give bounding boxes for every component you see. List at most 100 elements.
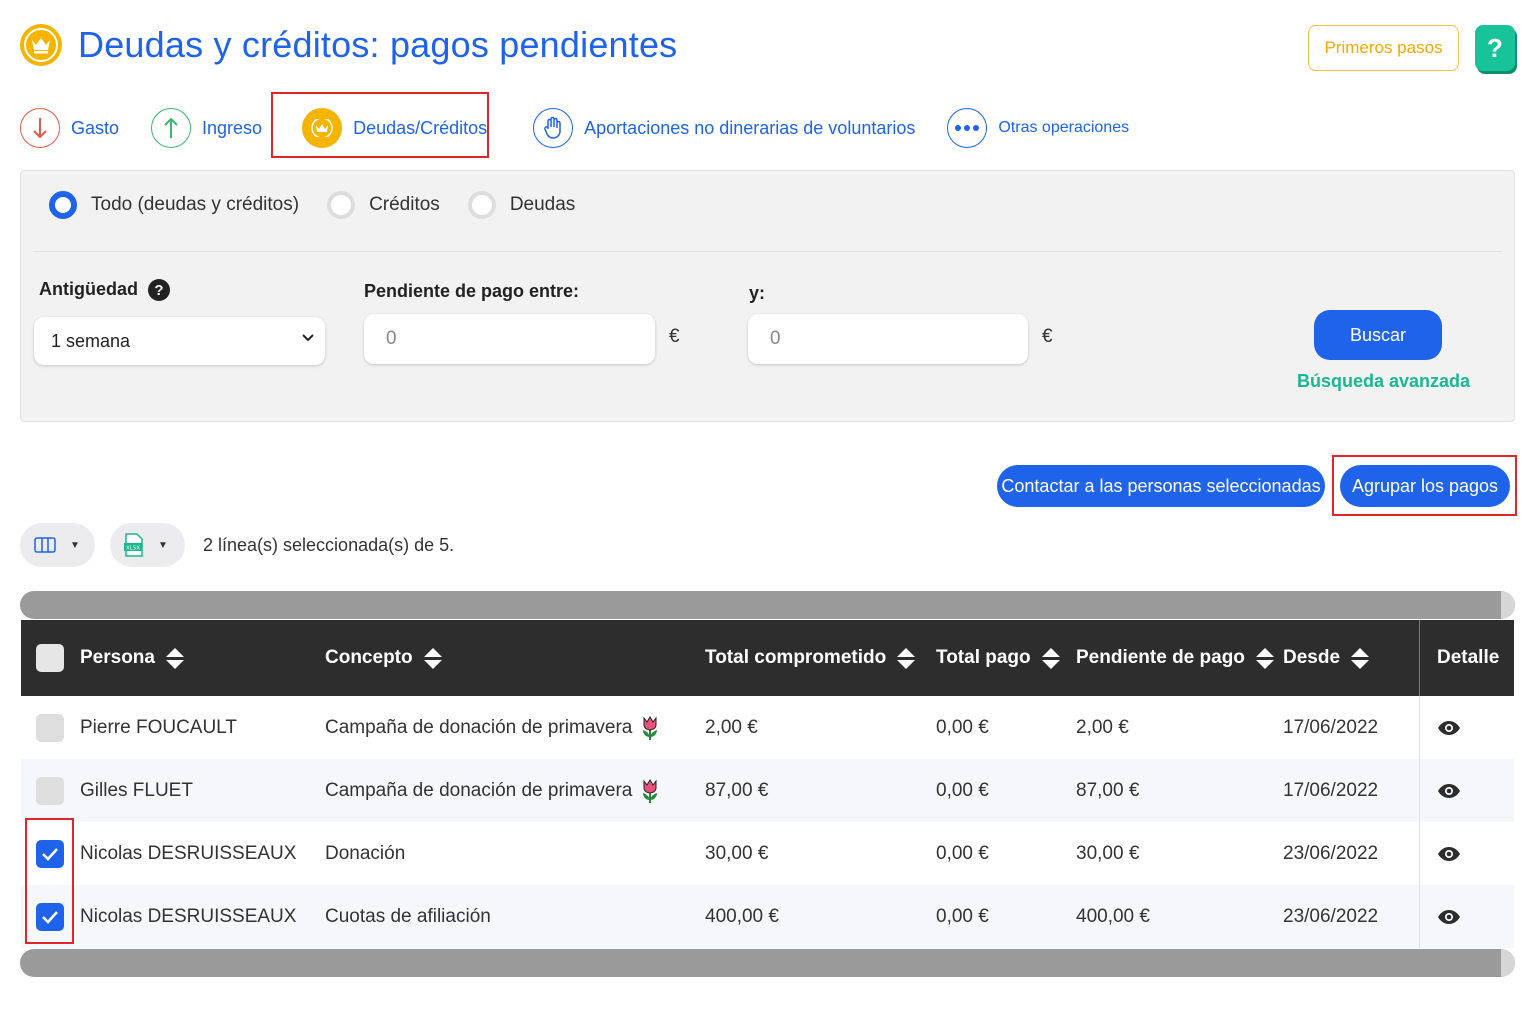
cell-concepto: Campaña de donación de primavera xyxy=(325,696,660,759)
cell-concepto: Donación xyxy=(325,842,406,864)
sort-icon xyxy=(423,647,442,669)
table-row: Nicolas DESRUISSEAUX Cuotas de afiliació… xyxy=(21,885,1514,948)
tab-aportaciones[interactable]: Aportaciones no dinerarias de voluntario… xyxy=(533,100,915,156)
sort-icon xyxy=(897,647,916,669)
and-label: y: xyxy=(749,283,766,303)
divider xyxy=(33,251,1502,252)
concepto-text: Campaña de donación de primavera xyxy=(325,779,633,801)
sort-icon xyxy=(1255,647,1274,669)
tab-ingreso[interactable]: Ingreso xyxy=(151,100,262,156)
currency-symbol: € xyxy=(1042,326,1053,347)
column-header-desde[interactable]: Desde xyxy=(1283,620,1370,696)
cell-pagado: 0,00 € xyxy=(936,779,989,801)
tab-otras-operaciones[interactable]: Otras operaciones xyxy=(947,100,1129,156)
column-header-total[interactable]: Total comprometido xyxy=(705,620,916,696)
sort-icon xyxy=(165,647,184,669)
radio-creditos[interactable]: Créditos xyxy=(327,191,440,219)
view-detail-eye-icon[interactable] xyxy=(1437,885,1461,948)
search-button[interactable]: Buscar xyxy=(1314,310,1442,360)
hand-icon xyxy=(533,108,574,148)
view-detail-eye-icon[interactable] xyxy=(1437,759,1461,822)
column-header-concepto[interactable]: Concepto xyxy=(325,620,442,696)
operation-tabs: Gasto Ingreso Deudas/Créditos Aportacion… xyxy=(20,100,1161,156)
age-select-value: 1 semana xyxy=(51,330,131,351)
radio-deudas[interactable]: Deudas xyxy=(467,191,576,219)
cell-total: 400,00 € xyxy=(705,905,779,927)
radio-label: Créditos xyxy=(369,194,440,215)
header-label: Concepto xyxy=(325,647,413,668)
horizontal-scrollbar-top[interactable] xyxy=(20,591,1515,619)
tab-label: Gasto xyxy=(71,117,120,138)
pending-label: Pendiente de pago entre: xyxy=(364,281,580,301)
help-button[interactable]: ? xyxy=(1475,25,1515,71)
table-row: Nicolas DESRUISSEAUX Donación 30,00 € 0,… xyxy=(21,822,1514,885)
radio-label: Todo (deudas y créditos) xyxy=(91,194,300,215)
table-header: Persona Concepto Total comprometido Tota… xyxy=(21,620,1514,696)
column-header-pendiente[interactable]: Pendiente de pago xyxy=(1076,620,1274,696)
column-header-persona[interactable]: Persona xyxy=(80,620,184,696)
arrow-down-icon xyxy=(20,108,60,148)
more-dots-icon xyxy=(947,108,988,148)
radio-todo[interactable]: Todo (deudas y créditos) xyxy=(49,191,299,219)
cell-desde: 17/06/2022 xyxy=(1283,716,1379,738)
columns-icon xyxy=(34,537,56,553)
row-checkbox[interactable] xyxy=(36,696,64,759)
cell-pendiente: 400,00 € xyxy=(1076,905,1150,927)
first-steps-button[interactable]: Primeros pasos xyxy=(1308,25,1459,71)
row-checkbox[interactable] xyxy=(36,759,64,822)
tulip-icon xyxy=(643,778,658,803)
cell-total: 87,00 € xyxy=(705,779,769,801)
cell-desde: 23/06/2022 xyxy=(1283,842,1379,864)
view-detail-eye-icon[interactable] xyxy=(1437,696,1461,759)
svg-text:XLSX: XLSX xyxy=(126,546,140,552)
age-label: Antigüedad? xyxy=(39,279,170,302)
header-label: Desde xyxy=(1283,647,1341,668)
columns-menu-button[interactable]: ▼ xyxy=(20,523,95,567)
radio-label: Deudas xyxy=(509,194,576,215)
column-header-detalle: Detalle xyxy=(1437,647,1500,668)
arrow-up-icon xyxy=(151,108,192,148)
age-select[interactable]: 1 semana xyxy=(34,317,325,365)
column-separator xyxy=(1419,759,1420,822)
pending-max-input[interactable]: 0 xyxy=(748,314,1028,364)
column-header-pagado[interactable]: Total pago xyxy=(936,620,1060,696)
tab-gasto[interactable]: Gasto xyxy=(20,100,119,156)
highlight-box xyxy=(1332,455,1517,516)
pending-payments-table: Persona Concepto Total comprometido Tota… xyxy=(21,620,1514,948)
cell-concepto: Cuotas de afiliación xyxy=(325,905,491,927)
cell-pendiente: 87,00 € xyxy=(1076,779,1140,801)
filter-panel: Todo (deudas y créditos) Créditos Deudas… xyxy=(20,170,1515,422)
currency-symbol: € xyxy=(669,326,680,347)
column-separator xyxy=(1419,885,1420,948)
highlight-box xyxy=(25,818,74,944)
contact-selected-button[interactable]: Contactar a las personas seleccionadas xyxy=(997,465,1325,507)
question-icon[interactable]: ? xyxy=(148,279,170,302)
caret-down-icon: ▼ xyxy=(158,539,168,551)
highlight-box xyxy=(271,92,489,158)
select-all-checkbox[interactable] xyxy=(36,620,64,696)
header-label: Persona xyxy=(80,647,155,668)
selection-count: 2 línea(s) seleccionada(s) de 5. xyxy=(203,535,455,555)
cell-desde: 23/06/2022 xyxy=(1283,905,1379,927)
cell-persona: Nicolas DESRUISSEAUX xyxy=(80,905,297,927)
header-label: Total pago xyxy=(936,647,1031,668)
horizontal-scrollbar-bottom[interactable] xyxy=(20,949,1515,977)
cell-concepto: Campaña de donación de primavera xyxy=(325,759,660,822)
radio-dot xyxy=(49,191,77,219)
pending-min-input[interactable]: 0 xyxy=(364,314,655,364)
page-header: Deudas y créditos: pagos pendientes xyxy=(20,24,677,66)
cell-pendiente: 30,00 € xyxy=(1076,842,1140,864)
view-detail-eye-icon[interactable] xyxy=(1437,822,1461,885)
cell-persona: Gilles FLUET xyxy=(80,779,193,801)
export-menu-button[interactable]: XLSX ▼ xyxy=(110,523,185,567)
cell-persona: Nicolas DESRUISSEAUX xyxy=(80,842,297,864)
crown-icon xyxy=(20,24,62,66)
cell-pagado: 0,00 € xyxy=(936,716,989,738)
sort-icon xyxy=(1351,647,1370,669)
advanced-search-link[interactable]: Búsqueda avanzada xyxy=(1297,371,1470,392)
cell-pagado: 0,00 € xyxy=(936,905,989,927)
tab-label: Ingreso xyxy=(202,117,263,138)
page-title: Deudas y créditos: pagos pendientes xyxy=(78,24,678,65)
column-separator xyxy=(1419,822,1420,885)
cell-persona: Pierre FOUCAULT xyxy=(80,716,237,738)
